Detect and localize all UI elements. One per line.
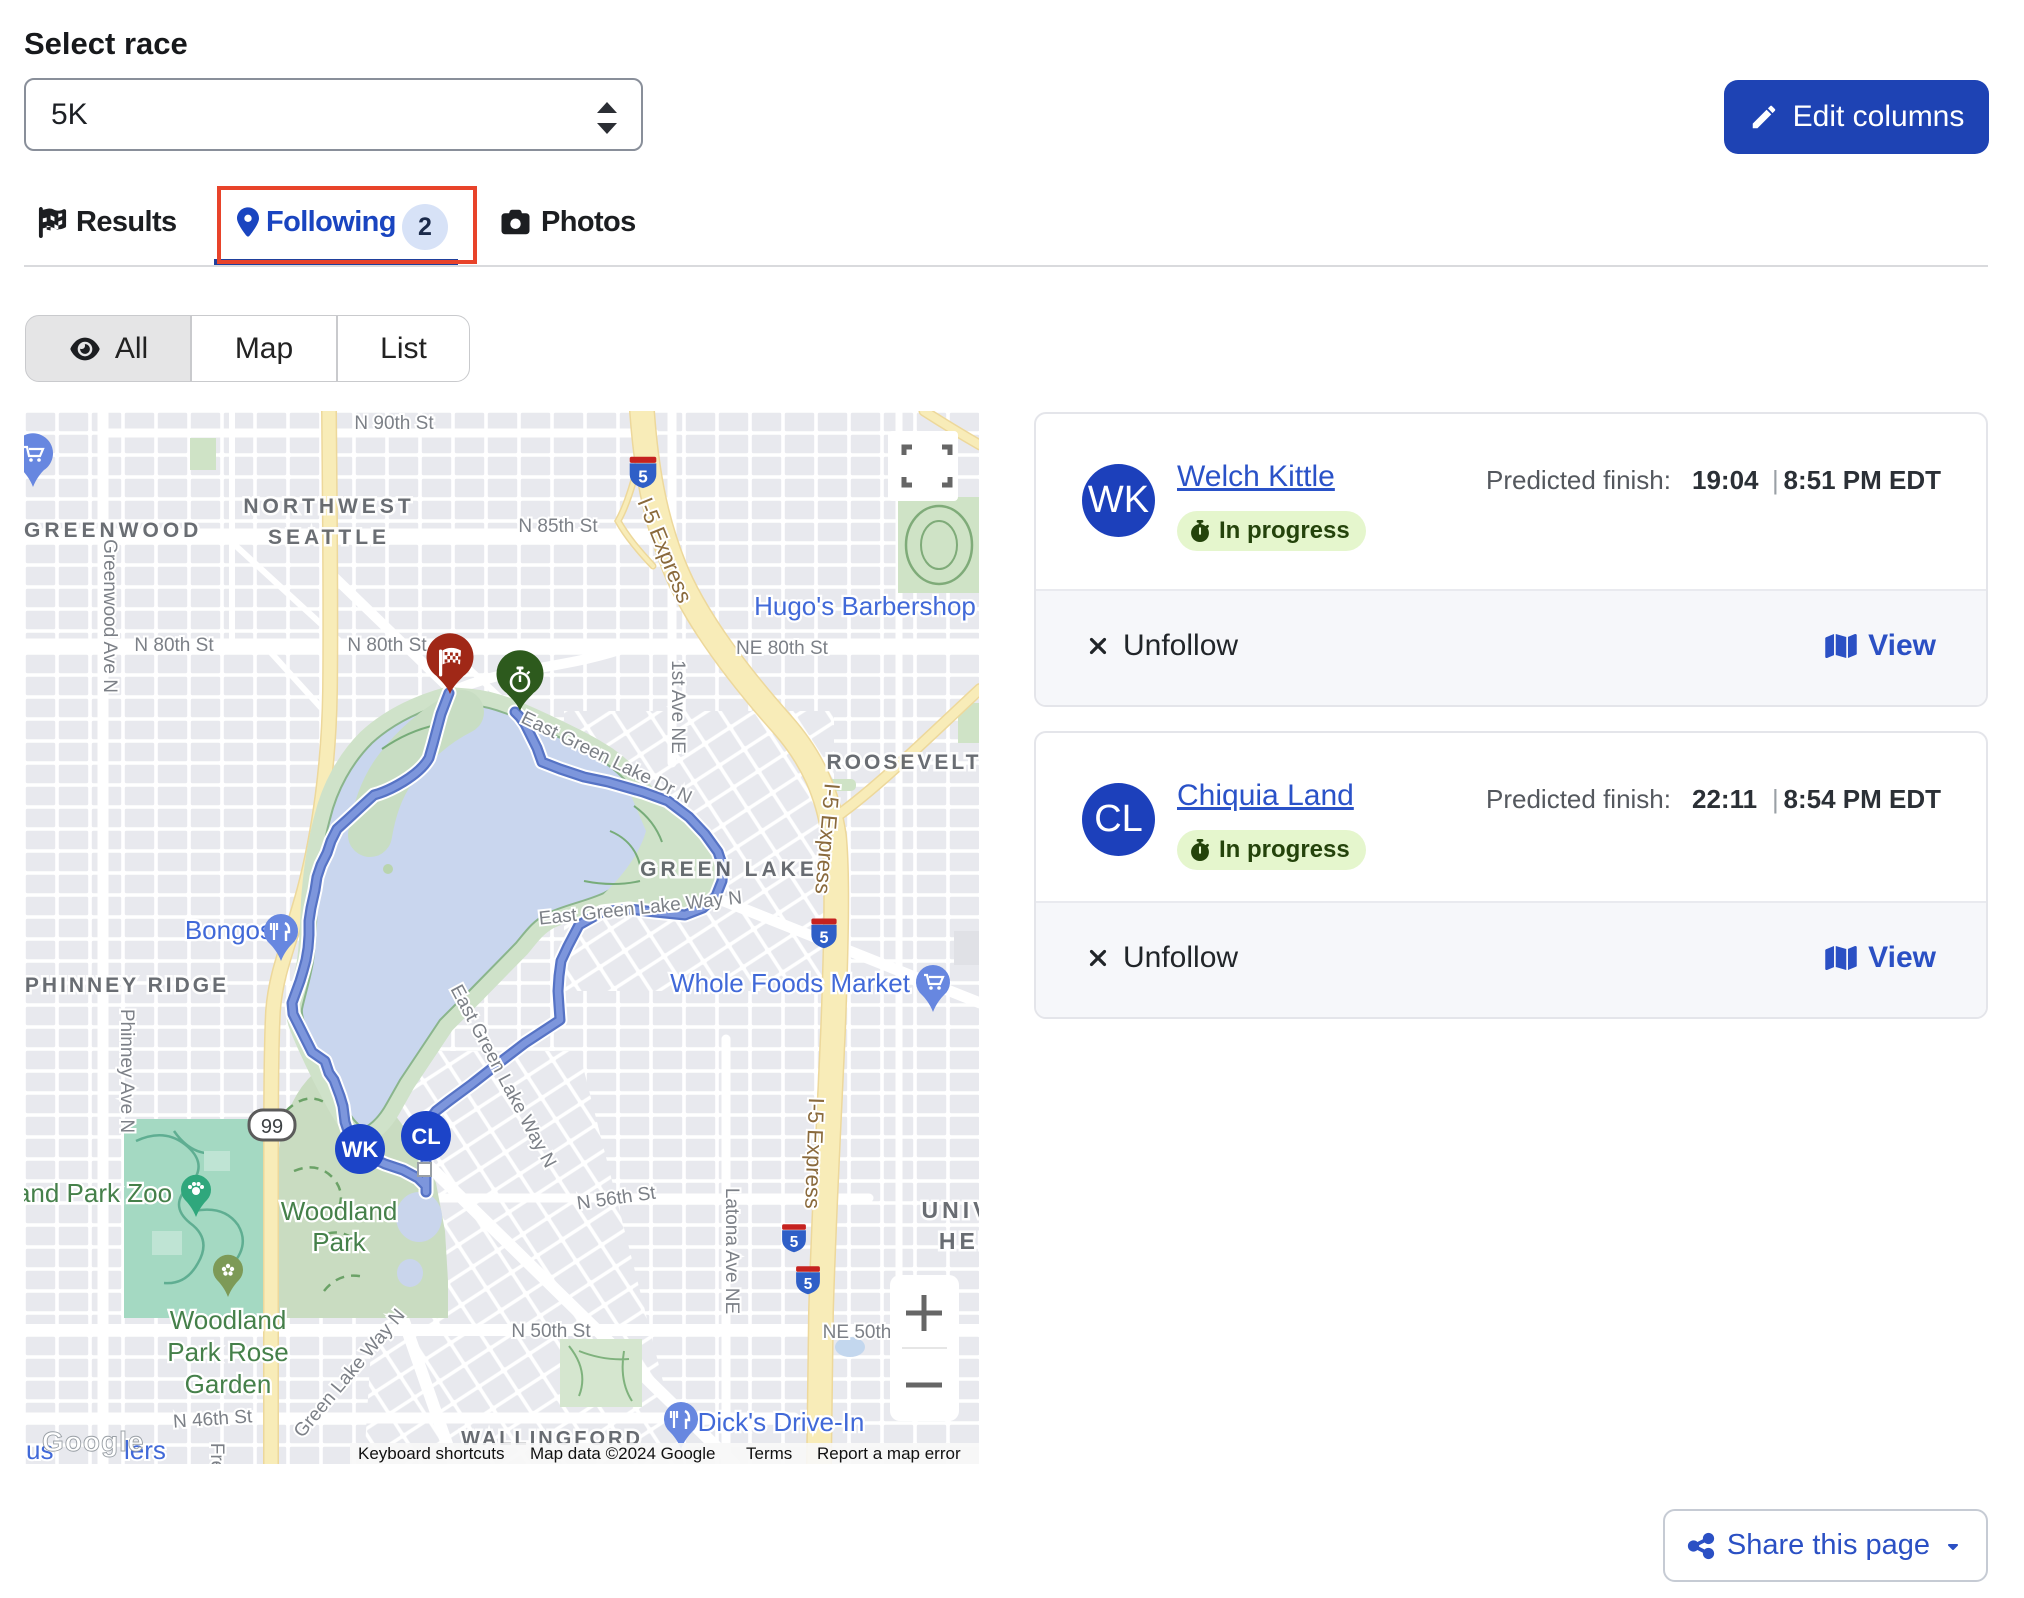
svg-text:Dick's Drive-In: Dick's Drive-In <box>698 1407 865 1437</box>
svg-text:N 50th St: N 50th St <box>511 1321 591 1342</box>
svg-text:5: 5 <box>790 1234 799 1251</box>
svg-text:Park Rose: Park Rose <box>167 1337 288 1367</box>
svg-text:Bongos: Bongos <box>185 915 273 945</box>
svg-text:Greenwood Ave N: Greenwood Ave N <box>99 539 120 693</box>
svg-text:NE 50th: NE 50th <box>823 1322 892 1343</box>
svg-text:Google: Google <box>42 1426 144 1457</box>
svg-text:ROOSEVELT: ROOSEVELT <box>827 751 979 774</box>
svg-text:1st Ave NE: 1st Ave NE <box>667 660 688 754</box>
svg-text:PHINNEY RIDGE: PHINNEY RIDGE <box>25 974 229 997</box>
svg-text:Terms: Terms <box>746 1444 792 1463</box>
svg-text:WK: WK <box>342 1137 379 1162</box>
svg-text:N 80th St: N 80th St <box>134 635 214 656</box>
svg-text:HEI: HEI <box>939 1228 979 1254</box>
svg-text:GREEN LAKE: GREEN LAKE <box>640 858 818 881</box>
svg-text:Whole Foods Market: Whole Foods Market <box>670 968 911 998</box>
svg-text:NE 80th St: NE 80th St <box>736 638 829 659</box>
svg-text:UNIV: UNIV <box>922 1197 979 1223</box>
svg-text:5: 5 <box>819 929 828 947</box>
svg-text:Map data ©2024 Google: Map data ©2024 Google <box>530 1444 716 1463</box>
svg-text:Woodland: Woodland <box>170 1305 287 1335</box>
svg-text:Keyboard shortcuts: Keyboard shortcuts <box>358 1444 504 1463</box>
svg-text:Fre: Fre <box>206 1443 227 1464</box>
svg-text:CL: CL <box>411 1124 440 1149</box>
svg-text:5: 5 <box>638 467 648 486</box>
svg-text:Report a map error: Report a map error <box>817 1444 961 1463</box>
svg-text:I-5 Express: I-5 Express <box>800 1097 829 1209</box>
svg-text:NORTHWEST: NORTHWEST <box>243 495 414 518</box>
svg-text:Woodland: Woodland <box>281 1196 398 1226</box>
svg-text:5: 5 <box>804 1276 813 1293</box>
svg-text:SEATTLE: SEATTLE <box>268 526 390 549</box>
svg-text:Hugo's Barbershop: Hugo's Barbershop <box>754 591 976 621</box>
svg-text:Phinney Ave N: Phinney Ave N <box>116 1009 137 1133</box>
svg-text:N 80th St: N 80th St <box>347 635 427 656</box>
svg-text:Latona Ave NE: Latona Ave NE <box>721 1188 742 1314</box>
svg-text:Park: Park <box>312 1227 366 1257</box>
svg-text:N 85th St: N 85th St <box>518 516 598 537</box>
svg-text:Garden: Garden <box>185 1369 272 1399</box>
svg-text:and Park Zoo: and Park Zoo <box>24 1178 172 1208</box>
svg-text:N 90th St: N 90th St <box>354 413 434 434</box>
svg-text:99: 99 <box>261 1116 283 1138</box>
